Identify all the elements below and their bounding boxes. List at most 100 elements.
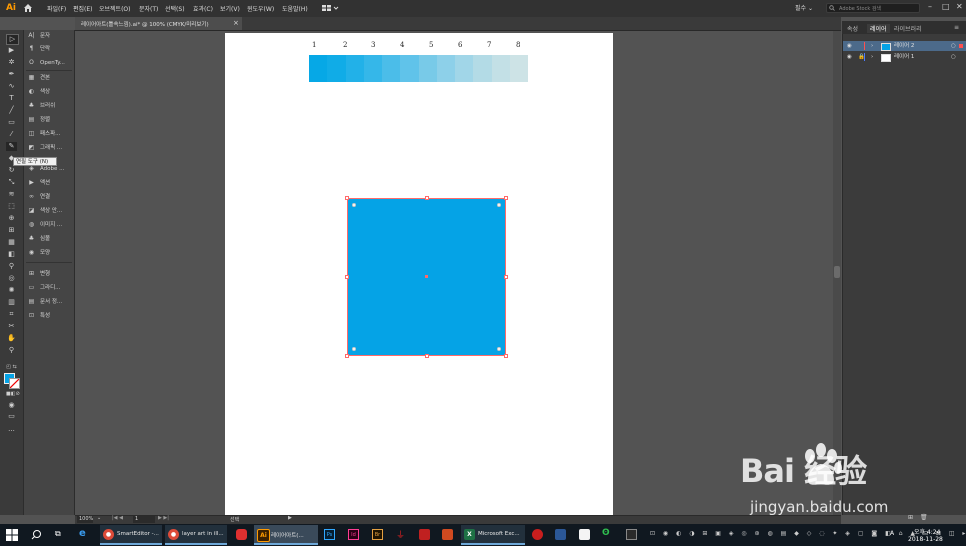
arrange-documents-icon[interactable] xyxy=(322,4,340,12)
free-transform-tool-icon[interactable]: ⬚ xyxy=(6,202,17,211)
layer-name[interactable]: 레이어 2 xyxy=(894,41,914,51)
artboard-tool-icon[interactable]: ⌗ xyxy=(6,310,17,319)
color-mode-icons[interactable]: ■◧⊘ xyxy=(6,390,20,399)
swatch-cell-5[interactable] xyxy=(382,55,401,82)
next-artboard-icon[interactable]: ▶ ▶| xyxy=(158,515,169,521)
tab-libraries[interactable]: 라이브러리 xyxy=(894,24,922,33)
app-pinned-icon[interactable] xyxy=(532,529,543,540)
swatch-cell-6[interactable] xyxy=(400,55,419,82)
taskbar-app-excel[interactable]: X Microsoft Exc... xyxy=(461,525,525,545)
swatch-cell-4[interactable] xyxy=(363,55,382,82)
menu-effect[interactable]: 효과(C) xyxy=(193,4,213,13)
menu-edit[interactable]: 편집(E) xyxy=(73,4,93,13)
pencil-tool-icon[interactable]: ✎ xyxy=(6,142,17,151)
bounding-box-handle[interactable] xyxy=(345,275,349,279)
panel-symbols[interactable]: ♣ 심볼 xyxy=(27,233,73,245)
menu-window[interactable]: 윈도우(W) xyxy=(247,4,274,13)
swatch-cell-11[interactable] xyxy=(491,55,510,82)
panel-character[interactable]: A| 문자 xyxy=(27,30,73,42)
bounding-box-handle[interactable] xyxy=(425,196,429,200)
target-icon[interactable]: ○ xyxy=(951,52,956,62)
eye-icon[interactable]: ◉ xyxy=(847,52,852,62)
home-icon[interactable] xyxy=(23,3,33,13)
drawing-mode-icon[interactable]: ◉ xyxy=(6,401,17,410)
scale-tool-icon[interactable]: ⤡ xyxy=(6,178,17,187)
layer-row-2[interactable]: ◉ › 레이어 2 ○ xyxy=(843,41,966,51)
menu-view[interactable]: 보기(V) xyxy=(220,4,240,13)
swatch-cell-3[interactable] xyxy=(345,55,364,82)
swatch-cell-1[interactable] xyxy=(309,55,328,82)
bounding-box-handle[interactable] xyxy=(345,196,349,200)
photoshop-icon[interactable]: Ps xyxy=(324,529,335,540)
eye-icon[interactable]: ◉ xyxy=(847,41,852,51)
panel-document-info[interactable]: ▤ 문서 정... xyxy=(27,296,73,308)
panel-graphic-styles[interactable]: ◩ 그래픽 ... xyxy=(27,142,73,154)
workspace-switcher[interactable]: 필수 ⌄ xyxy=(795,3,813,12)
type-tool-icon[interactable]: T xyxy=(6,94,17,103)
panel-pathfinder[interactable]: ◫ 패스파... xyxy=(27,128,73,140)
bounding-box-handle[interactable] xyxy=(504,275,508,279)
panel-brushes[interactable]: ♣ 브러쉬 xyxy=(27,100,73,112)
bounding-box-handle[interactable] xyxy=(504,354,508,358)
rectangle-tool-icon[interactable]: ▭ xyxy=(6,118,17,127)
gradient-tool-icon[interactable]: ◧ xyxy=(6,250,17,259)
panel-links[interactable]: ∞ 연결 xyxy=(27,191,73,203)
layer-row-1[interactable]: ◉ 🔒 › 레이어 1 ○ xyxy=(843,52,966,62)
color-gradient-strip[interactable] xyxy=(309,55,528,82)
target-icon[interactable]: ○ xyxy=(951,41,956,51)
line-tool-icon[interactable]: ╱ xyxy=(6,106,17,115)
panel-actions[interactable]: ▶ 액션 xyxy=(27,177,73,189)
curvature-tool-icon[interactable]: ∿ xyxy=(6,82,17,91)
panel-opentype[interactable]: O OpenTy... xyxy=(27,57,73,69)
panel-align[interactable]: ▤ 정렬 xyxy=(27,114,73,126)
menu-object[interactable]: 오브젝트(O) xyxy=(99,4,131,13)
zoom-level-field[interactable]: 100% xyxy=(77,516,93,523)
width-tool-icon[interactable]: ≋ xyxy=(6,190,17,199)
swatch-cell-7[interactable] xyxy=(418,55,437,82)
swatch-cell-2[interactable] xyxy=(327,55,346,82)
stock-search-input[interactable]: Adobe Stock 검색 xyxy=(826,3,920,13)
hand-tool-icon[interactable]: ✋ xyxy=(6,334,17,343)
panel-menu-icon[interactable]: ≡ xyxy=(954,24,959,31)
live-corner-widget[interactable] xyxy=(497,347,501,351)
bounding-box-handle[interactable] xyxy=(425,354,429,358)
bridge-icon[interactable]: Br xyxy=(372,529,383,540)
live-corner-widget[interactable] xyxy=(352,203,356,207)
indesign-icon[interactable]: Id xyxy=(348,529,359,540)
taskbar-clock-date[interactable]: 2018-11-28 xyxy=(908,536,943,543)
app-pinned-icon[interactable] xyxy=(579,529,590,540)
panel-transform[interactable]: ⊞ 변형 xyxy=(27,268,73,280)
bounding-box-handle[interactable] xyxy=(345,354,349,358)
tab-properties[interactable]: 속성 xyxy=(847,24,858,33)
column-graph-tool-icon[interactable]: ▥ xyxy=(6,298,17,307)
stroke-color-swatch[interactable] xyxy=(9,378,20,389)
screen-mode-icon[interactable]: ▭ xyxy=(6,412,17,421)
zoom-tool-icon[interactable]: ⚲ xyxy=(6,346,17,355)
more-tools-icon[interactable]: ··· xyxy=(6,427,17,436)
scrollbar-thumb[interactable] xyxy=(834,266,840,278)
swatch-cell-9[interactable] xyxy=(455,55,474,82)
mesh-tool-icon[interactable]: ▦ xyxy=(6,238,17,247)
live-corner-widget[interactable] xyxy=(352,347,356,351)
zoom-dropdown-icon[interactable]: ⌄ xyxy=(97,515,101,521)
shape-builder-tool-icon[interactable]: ⊕ xyxy=(6,214,17,223)
swatch-cell-10[interactable] xyxy=(473,55,492,82)
menu-type[interactable]: 문자(T) xyxy=(139,4,158,13)
ime-indicator[interactable]: A xyxy=(890,530,894,537)
panel-appearance[interactable]: ◉ 모양 xyxy=(27,247,73,259)
tab-layers[interactable]: 레이어 xyxy=(867,24,890,33)
edge-browser-icon[interactable]: e xyxy=(79,528,86,539)
app-pinned-icon[interactable] xyxy=(236,529,247,540)
menu-select[interactable]: 선택(S) xyxy=(165,4,185,13)
artboard-number-field[interactable]: 1 xyxy=(133,516,155,523)
swatch-cell-12[interactable] xyxy=(509,55,528,82)
direct-selection-tool-icon[interactable]: ▶ xyxy=(6,46,17,55)
paintbrush-tool-icon[interactable]: ⁄ xyxy=(6,130,17,139)
menu-help[interactable]: 도움말(H) xyxy=(282,4,308,13)
panel-color-guide[interactable]: ◪ 색상 안... xyxy=(27,205,73,217)
magic-wand-tool-icon[interactable]: ✲ xyxy=(6,58,17,67)
slice-tool-icon[interactable]: ✂ xyxy=(6,322,17,331)
maximize-button[interactable]: □ xyxy=(942,2,950,11)
perspective-grid-tool-icon[interactable]: ⊞ xyxy=(6,226,17,235)
close-tab-icon[interactable]: × xyxy=(233,19,239,27)
